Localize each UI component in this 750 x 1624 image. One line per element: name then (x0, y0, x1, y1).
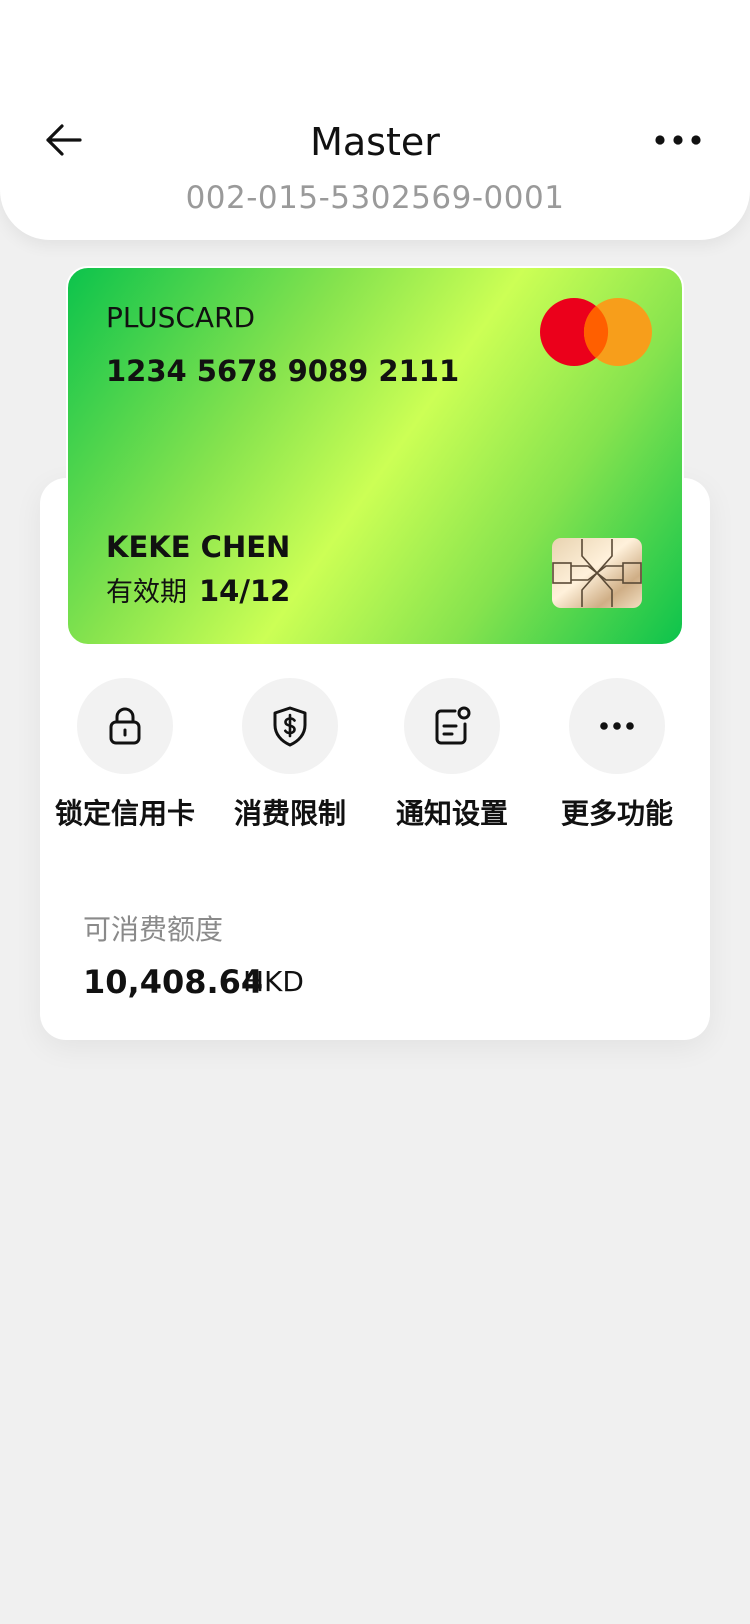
account-number: 002-015-5302569-0001 (185, 180, 565, 216)
credit-card[interactable]: PLUSCARD 1234 5678 9089 2111 KEKE CHEN 有… (66, 266, 684, 646)
available-credit-amount: 10,408.64 (83, 963, 264, 1001)
card-number: 1234 5678 9089 2111 (106, 354, 460, 388)
currency-code: HKD (243, 965, 304, 998)
more-horizontal-icon (600, 722, 634, 730)
quick-actions: 锁定信用卡 消费限制 通知设置 更多功能 (40, 678, 710, 838)
more-features-button[interactable] (569, 678, 665, 774)
card-brand: PLUSCARD (106, 301, 256, 334)
lock-card-label: 锁定信用卡 (54, 797, 195, 830)
lock-icon (109, 707, 141, 745)
notification-settings-button[interactable] (404, 678, 500, 774)
shield-dollar-icon (273, 706, 307, 747)
mastercard-logo-icon (540, 298, 652, 366)
spending-limit-action[interactable]: 消费限制 (205, 678, 375, 834)
spending-limit-button[interactable] (242, 678, 338, 774)
app-header: Master 002-015-5302569-0001 (0, 0, 750, 240)
card-expiry: 有效期 14/12 (106, 572, 290, 612)
lock-card-button[interactable] (77, 678, 173, 774)
card-holder-name: KEKE CHEN (106, 530, 291, 564)
more-horizontal-icon (655, 135, 701, 145)
notification-settings-icon (435, 706, 471, 745)
spending-limit-label: 消费限制 (233, 797, 346, 830)
more-features-action[interactable]: 更多功能 (532, 678, 702, 834)
expiry-value: 14/12 (199, 574, 291, 608)
available-credit-label: 可消费额度 (83, 913, 224, 946)
more-features-label: 更多功能 (560, 797, 673, 830)
expiry-label: 有效期 (106, 577, 187, 608)
lock-card-action[interactable]: 锁定信用卡 (40, 678, 210, 834)
more-options-button[interactable] (652, 116, 704, 164)
notification-settings-action[interactable]: 通知设置 (367, 678, 537, 834)
notification-settings-label: 通知设置 (395, 797, 508, 830)
card-chip-icon (552, 538, 642, 608)
page-title: Master (310, 120, 440, 164)
